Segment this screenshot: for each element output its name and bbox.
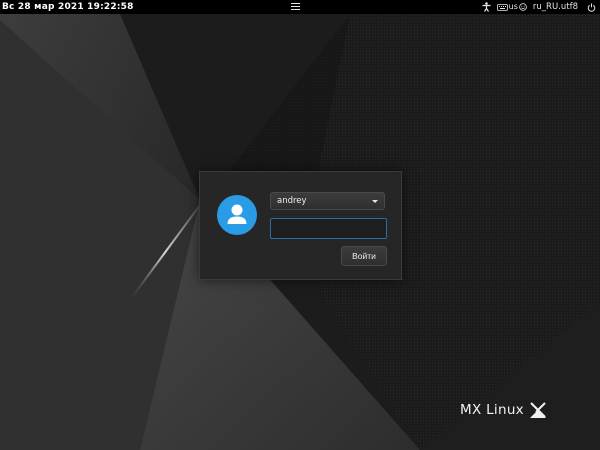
keyboard-icon bbox=[496, 3, 508, 11]
power-icon[interactable] bbox=[587, 3, 596, 12]
mx-logo-icon bbox=[529, 402, 546, 418]
clock[interactable]: Вс 28 мар 2021 19:22:58 bbox=[2, 0, 134, 14]
hamburger-menu-icon[interactable] bbox=[291, 3, 300, 11]
login-button[interactable]: Войти bbox=[341, 246, 387, 266]
chevron-down-icon bbox=[372, 200, 378, 203]
keyboard-layout-label: us bbox=[508, 2, 518, 11]
username-value: andrey bbox=[277, 196, 307, 206]
password-input[interactable] bbox=[270, 218, 387, 239]
top-panel: Вс 28 мар 2021 19:22:58 us ru_RU.utf8 bbox=[0, 0, 600, 14]
username-select[interactable]: andrey bbox=[270, 192, 385, 210]
logo-text: MX Linux bbox=[460, 402, 524, 418]
keyboard-layout-indicator[interactable]: us bbox=[496, 0, 527, 14]
user-avatar-icon bbox=[217, 195, 257, 235]
smiley-icon bbox=[519, 3, 527, 11]
mx-linux-logo: MX Linux bbox=[460, 400, 547, 420]
accessibility-icon[interactable] bbox=[482, 2, 491, 12]
locale-indicator[interactable]: ru_RU.utf8 bbox=[533, 0, 578, 14]
system-tray: us ru_RU.utf8 bbox=[476, 0, 596, 14]
login-dialog: andrey Войти bbox=[199, 171, 402, 280]
